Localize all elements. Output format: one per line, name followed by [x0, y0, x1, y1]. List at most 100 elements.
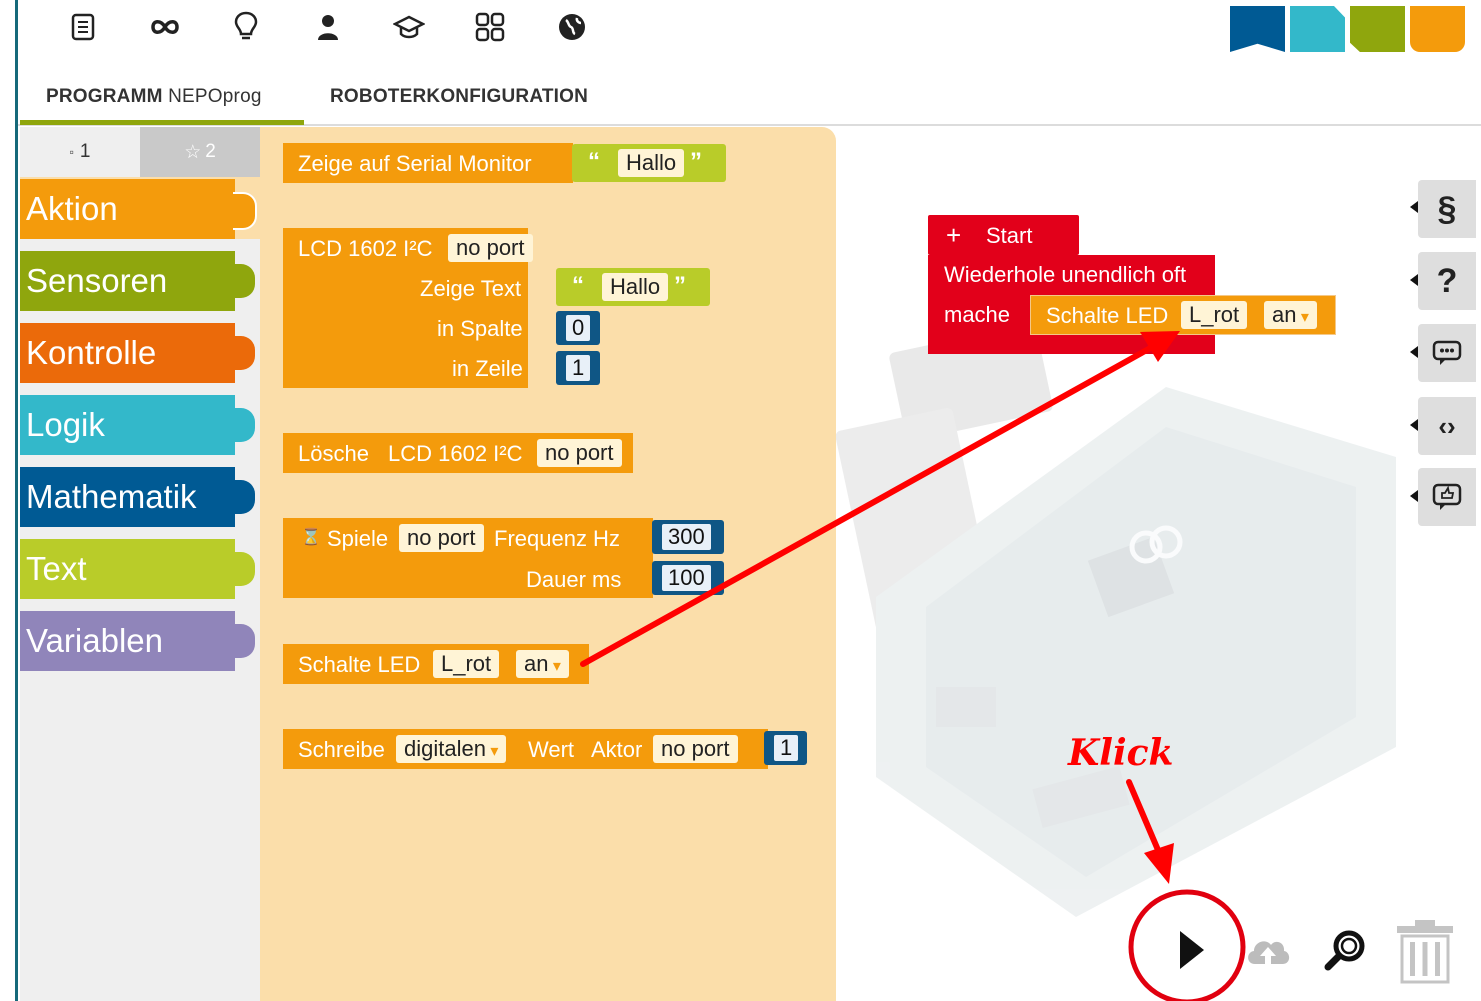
- do-label: mache: [944, 302, 1011, 327]
- block-label: in Spalte: [437, 316, 523, 341]
- port-field[interactable]: no port: [653, 735, 738, 763]
- left-border: [15, 0, 18, 1001]
- block-label: Schalte LED: [298, 652, 421, 677]
- program-name: NEPOprog: [168, 86, 262, 107]
- category-label: Text: [26, 550, 87, 587]
- upload-button[interactable]: [1243, 930, 1293, 970]
- category-label: Kontrolle: [26, 334, 157, 371]
- logo-block-cyan: [1290, 6, 1345, 52]
- caret-left-icon: [1410, 346, 1418, 358]
- level-2-label: 2: [205, 141, 216, 162]
- led-field[interactable]: L_rot: [1181, 301, 1248, 329]
- level-1-label: 1: [79, 141, 91, 162]
- category-label: Mathematik: [26, 478, 197, 515]
- category-tab: [233, 552, 255, 586]
- comment-button[interactable]: [1418, 324, 1476, 382]
- lightbulb-icon[interactable]: [229, 10, 263, 44]
- category-aktion[interactable]: Aktion: [20, 179, 257, 239]
- infinity-icon[interactable]: [148, 10, 182, 44]
- code-button[interactable]: ‹›: [1418, 397, 1476, 455]
- string-value[interactable]: Hallo: [602, 273, 669, 301]
- block-start[interactable]: + Start: [928, 215, 1079, 255]
- led-field[interactable]: L_rot: [433, 650, 500, 678]
- port-field[interactable]: no port: [448, 234, 533, 262]
- cloud-upload-icon: [1248, 941, 1290, 964]
- level-2-tab[interactable]: ☆ 2: [140, 127, 260, 177]
- category-label: Sensoren: [26, 262, 168, 299]
- square-icon: ▫: [69, 145, 74, 159]
- number-value[interactable]: 1: [566, 355, 591, 381]
- feedback-button[interactable]: [1418, 468, 1476, 526]
- block-lcd-clear[interactable]: Lösche LCD 1602 I²C no port: [283, 433, 633, 473]
- category-label: Aktion: [26, 190, 118, 227]
- string-value[interactable]: Hallo: [618, 149, 685, 177]
- mode-dropdown[interactable]: digitalen: [396, 735, 507, 763]
- apps-grid-icon[interactable]: [473, 10, 507, 44]
- state-dropdown[interactable]: an: [1264, 301, 1317, 329]
- user-icon[interactable]: [311, 10, 345, 44]
- block-switch-led[interactable]: Schalte LED L_rot an: [283, 644, 589, 684]
- state-dropdown[interactable]: an: [516, 650, 569, 678]
- block-label: Aktor: [591, 737, 643, 762]
- category-kontrolle[interactable]: Kontrolle: [20, 323, 255, 383]
- open-quote-icon: “: [588, 148, 600, 175]
- zoom-button[interactable]: [1322, 927, 1368, 973]
- block-label: Schreibe: [298, 737, 385, 762]
- code-icon: ‹›: [1438, 410, 1456, 441]
- block-write-pin[interactable]: Schreibe digitalen Wert Aktor no port: [283, 729, 768, 769]
- help-button[interactable]: ?: [1418, 252, 1476, 310]
- loop-label: Wiederhole unendlich oft: [944, 262, 1187, 287]
- category-logik[interactable]: Logik: [20, 395, 255, 455]
- category-sensoren[interactable]: Sensoren: [20, 251, 255, 311]
- paragraph-button[interactable]: §: [1418, 180, 1476, 238]
- port-field[interactable]: no port: [537, 439, 622, 467]
- block-label: Wert: [528, 737, 575, 762]
- level-1-tab[interactable]: ▫ 1: [20, 127, 140, 177]
- number-block[interactable]: 1: [764, 731, 807, 765]
- graduation-cap-icon[interactable]: [392, 10, 426, 44]
- hourglass-icon: ⌛: [301, 529, 321, 546]
- trash-icon: [1397, 920, 1453, 984]
- block-serial-monitor[interactable]: Zeige auf Serial Monitor: [283, 143, 573, 183]
- number-value[interactable]: 1: [774, 735, 799, 761]
- block-switch-led-workspace[interactable]: Schalte LED L_rot an: [1030, 295, 1336, 335]
- category-mathematik[interactable]: Mathematik: [20, 467, 255, 527]
- category-tab: [233, 336, 255, 370]
- start-label: Start: [986, 223, 1033, 248]
- caret-left-icon: [1410, 274, 1418, 286]
- close-quote-icon: ”: [690, 148, 702, 175]
- number-value[interactable]: 100: [662, 565, 711, 591]
- globe-icon[interactable]: [555, 10, 589, 44]
- run-button[interactable]: [1170, 925, 1210, 975]
- number-value[interactable]: 300: [662, 524, 711, 550]
- string-block[interactable]: “ Hallo ”: [556, 268, 710, 306]
- number-block[interactable]: 0: [556, 311, 600, 345]
- paragraph-icon: §: [1437, 189, 1457, 228]
- number-block[interactable]: 300: [652, 520, 724, 554]
- category-text[interactable]: Text: [20, 539, 255, 599]
- comment-icon: [1432, 340, 1462, 365]
- number-block[interactable]: 1: [556, 351, 600, 385]
- block-lcd-show-text[interactable]: LCD 1602 I²C no port Zeige Text in Spalt…: [283, 228, 533, 388]
- trash-button[interactable]: [1393, 918, 1457, 984]
- string-block[interactable]: “ Hallo ”: [572, 144, 726, 182]
- annotation-text: Klick: [1068, 732, 1174, 774]
- block-label: Schalte LED: [1046, 303, 1169, 328]
- category-variablen[interactable]: Variablen: [20, 611, 255, 671]
- tab-program[interactable]: PROGRAMM NEPOprog: [46, 86, 262, 108]
- close-quote-icon: ”: [674, 272, 686, 299]
- number-block[interactable]: 100: [652, 561, 724, 595]
- block-play-tone[interactable]: ⌛ Spiele no port Frequenz Hz Dauer ms: [283, 518, 653, 598]
- caret-left-icon: [1410, 201, 1418, 213]
- tab-program-label: PROGRAMM: [46, 86, 163, 107]
- star-icon: ☆: [184, 141, 202, 163]
- number-value[interactable]: 0: [566, 315, 591, 341]
- category-tab: [233, 264, 255, 298]
- document-icon[interactable]: [66, 10, 100, 44]
- port-field[interactable]: no port: [399, 524, 484, 552]
- logo-block-orange: [1410, 6, 1465, 52]
- tab-robot-config[interactable]: ROBOTERKONFIGURATION: [330, 86, 588, 108]
- block-label: Zeige auf Serial Monitor: [298, 151, 532, 176]
- block-label: LCD 1602 I²C: [298, 236, 433, 261]
- logo-block-green: [1350, 6, 1405, 52]
